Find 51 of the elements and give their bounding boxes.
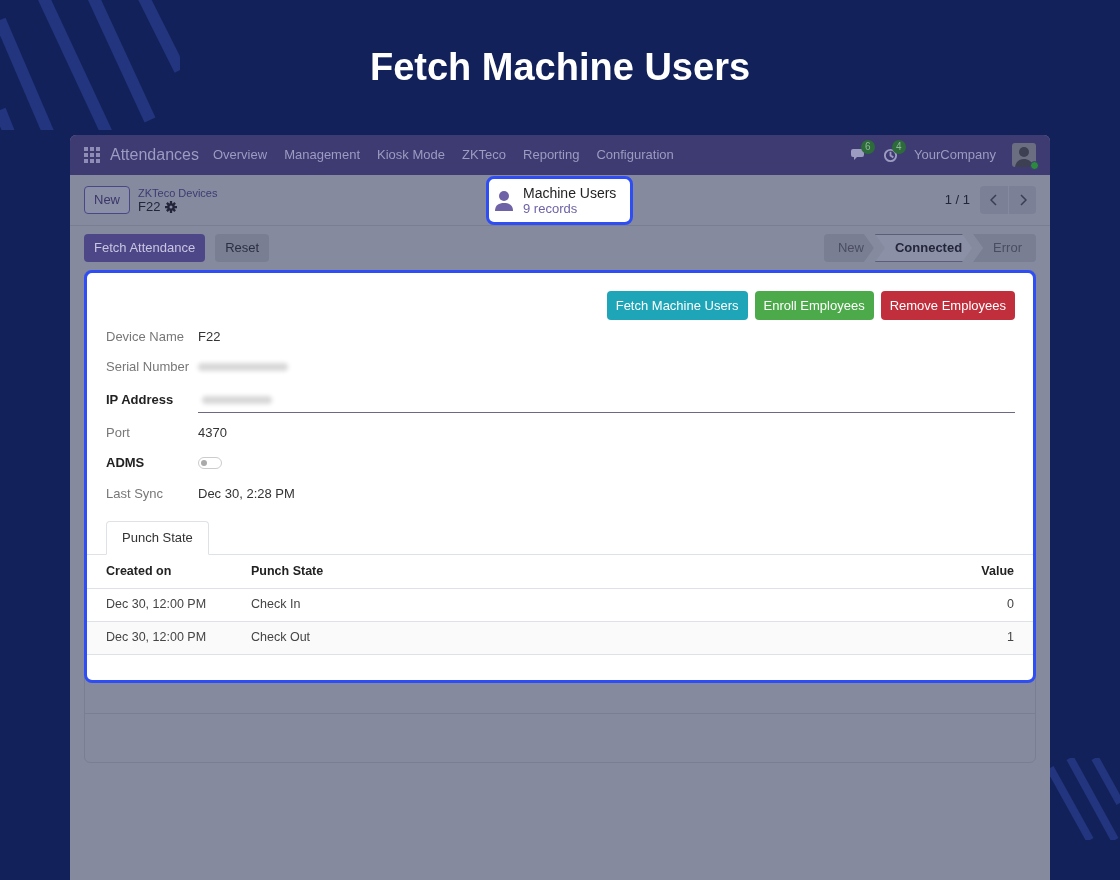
- field-label: Serial Number: [106, 358, 191, 377]
- field-value: 4370: [198, 424, 227, 443]
- status-step[interactable]: Connected: [874, 234, 973, 262]
- user-icon: [495, 190, 513, 211]
- blurred-value: [202, 395, 272, 404]
- chevron-right-icon: [1018, 194, 1027, 206]
- page-title: Fetch Machine Users: [369, 45, 751, 90]
- adms-toggle[interactable]: [198, 457, 222, 469]
- table-cell: Check In: [251, 588, 707, 621]
- menu-item[interactable]: ZKTeco: [461, 145, 507, 165]
- record-name: F22: [138, 200, 161, 214]
- table-cell: 0: [706, 588, 1033, 621]
- new-button[interactable]: New: [84, 186, 130, 214]
- field-value: F22: [198, 328, 221, 347]
- previous-button[interactable]: [980, 186, 1008, 214]
- action-button[interactable]: Enroll Employees: [754, 291, 874, 320]
- action-button[interactable]: Remove Employees: [880, 291, 1015, 320]
- table-cell: Dec 30, 12:00 PM: [87, 621, 251, 654]
- notification-count: 6: [861, 140, 875, 154]
- menu-item[interactable]: Reporting: [523, 145, 580, 165]
- action-button[interactable]: Fetch Machine Users: [606, 291, 748, 320]
- avatar-icon[interactable]: [1012, 143, 1036, 167]
- table-cell: Check Out: [251, 621, 707, 654]
- tab[interactable]: Punch State: [106, 521, 209, 555]
- field-label: ADMS: [106, 454, 146, 473]
- field-value: Dec 30, 2:28 PM: [198, 485, 295, 504]
- menu-item[interactable]: Configuration: [596, 145, 674, 165]
- apps-grid-icon[interactable]: [84, 147, 100, 163]
- next-button[interactable]: [1008, 186, 1036, 214]
- field-label: Device Name: [106, 328, 186, 347]
- table-cell: Dec 30, 12:00 PM: [87, 588, 251, 621]
- chevron-left-icon: [990, 194, 998, 206]
- menu-item[interactable]: Management: [284, 145, 361, 165]
- notification-count: 4: [892, 139, 906, 154]
- reset-button[interactable]: Reset: [215, 234, 270, 262]
- pager-value: 1 / 1: [944, 191, 970, 210]
- field-label: Port: [106, 424, 131, 443]
- breadcrumb-link[interactable]: ZKTeco Devices: [138, 186, 218, 200]
- gear-icon[interactable]: [165, 201, 178, 213]
- fetch-attendance-button[interactable]: Fetch Attendance: [84, 234, 206, 262]
- column-header: Punch State: [251, 555, 707, 588]
- field-label: IP Address: [106, 391, 175, 410]
- menu-item[interactable]: Kiosk Mode: [377, 145, 445, 165]
- machine-users-smart-button[interactable]: Machine Users 9 records: [486, 176, 633, 225]
- company-name[interactable]: YourCompany: [914, 145, 996, 165]
- column-header: Created on: [87, 555, 251, 588]
- menu-item[interactable]: Overview: [212, 145, 268, 165]
- app-name[interactable]: Attendances: [110, 143, 199, 167]
- table-cell: 1: [706, 621, 1033, 654]
- column-header: Value: [706, 555, 1033, 588]
- field-label: Last Sync: [106, 485, 165, 504]
